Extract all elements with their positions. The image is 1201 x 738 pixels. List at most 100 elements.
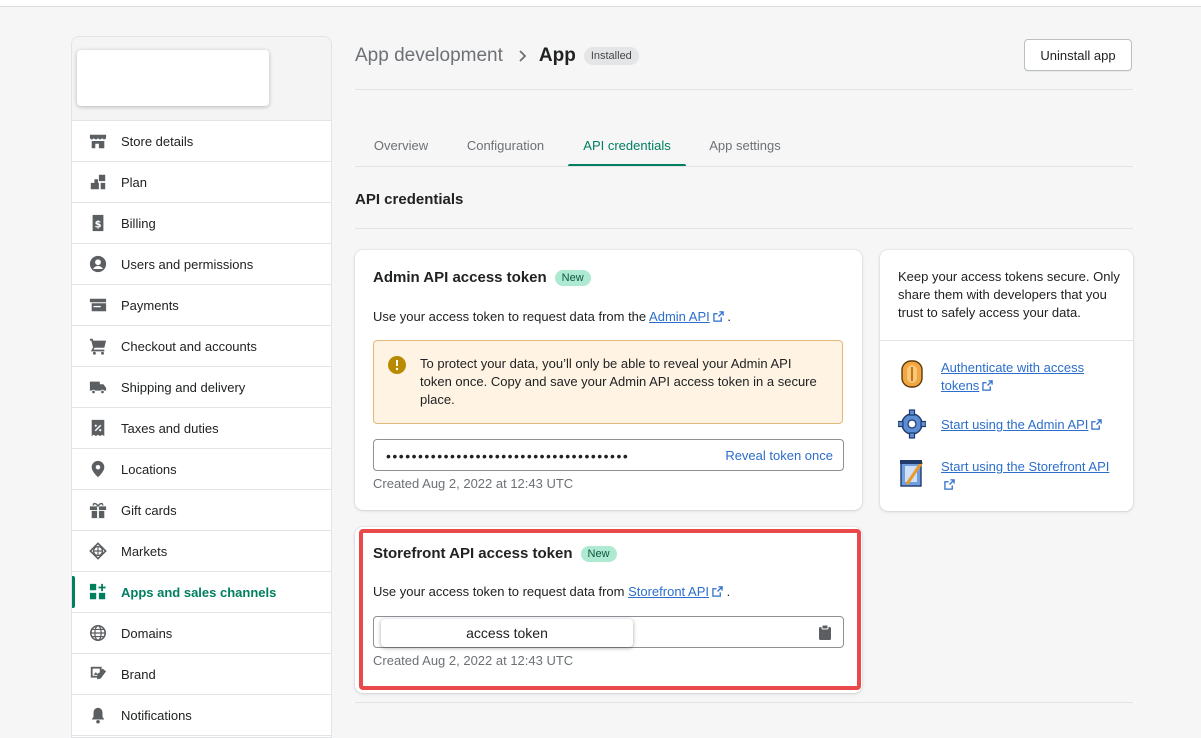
store-logo-card[interactable] [77,50,269,106]
admin-api-token-card: Admin API access token New Use your acce… [355,250,862,510]
storefront-api-link[interactable]: Storefront API [628,584,709,599]
page-title: App [538,45,576,66]
external-link-icon [982,380,994,391]
globe-markets-icon [89,542,107,560]
admin-desc-prefix: Use your access token to request data fr… [373,309,650,324]
sidebar-item-label: Domains [121,625,173,641]
gift-icon [89,502,107,519]
sidebar-item-shipping[interactable]: Shipping and delivery [72,367,331,408]
payments-icon [89,298,107,312]
storefront-token-field[interactable]: access token [373,616,844,648]
sidebar-item-users[interactable]: Users and permissions [72,244,331,285]
authenticate-link-text[interactable]: Authenticate with access tokens [941,360,1084,393]
sidebar-item-billing[interactable]: $ Billing [72,203,331,244]
storefront-desc-suffix: . [723,584,731,599]
external-link-icon [944,479,955,490]
domains-globe-icon [89,624,107,642]
sidebar-item-label: Taxes and duties [121,420,219,436]
section-title: API credentials [355,191,464,208]
admin-desc-suffix: . [723,309,731,324]
sidebar-item-label: Locations [121,461,177,477]
admin-token-created: Created Aug 2, 2022 at 12:43 UTC [373,476,574,491]
storefront-api-token-card: Storefront API access token New Use your… [355,527,862,693]
access-token-overlay: access token [381,619,633,647]
store-header [72,37,331,121]
warning-icon [388,356,406,374]
masked-token: •••••••••••••••••••••••••••••••••••••• [386,448,630,464]
reveal-token-button[interactable]: Reveal token once [725,448,833,463]
storefront-card-description: Use your access token to request data fr… [373,584,730,599]
top-bar [0,0,1201,7]
bottom-divider [355,702,1133,703]
tabs-divider [355,166,1133,167]
storefront-api-guide-link-text[interactable]: Start using the Storefront API [941,459,1109,474]
store-icon [89,134,107,149]
status-badge: Installed [583,47,639,65]
side-card-divider [880,340,1133,341]
chevron-right-icon [519,50,527,62]
breadcrumb-parent-link[interactable]: App development [355,45,503,67]
admin-token-field[interactable]: •••••••••••••••••••••••••••••••••••••• R… [373,439,844,471]
clipboard-copy-icon[interactable] [819,625,831,640]
storefront-desc-prefix: Use your access token to request data fr… [373,584,629,599]
user-icon [89,255,107,273]
tab-bar: Overview Configuration API credentials A… [355,125,1133,167]
plan-icon [90,174,106,190]
sidebar-item-taxes[interactable]: Taxes and duties [72,408,331,449]
section-divider [355,228,1133,229]
settings-sidebar: Store details Plan $ Billing Users and p… [71,36,332,738]
sidebar-item-label: Store details [121,133,194,149]
sidebar-item-label: Payments [121,297,179,313]
tab-configuration[interactable]: Configuration [447,125,564,165]
sidebar-item-label: Users and permissions [121,256,254,272]
breadcrumb: App development App Installed [355,43,639,69]
sidebar-item-label: Billing [121,215,156,231]
authenticate-link[interactable]: Authenticate with access tokens [941,359,1113,395]
sidebar-item-locations[interactable]: Locations [72,449,331,490]
sidebar-item-label: Shipping and delivery [121,379,246,395]
admin-card-title-text: Admin API access token [373,269,547,286]
apps-icon [89,583,106,600]
storefront-card-title: Storefront API access token New [373,545,617,562]
external-link-icon [712,586,723,597]
tab-overview[interactable]: Overview [355,125,447,165]
tax-icon [91,419,105,437]
billing-icon: $ [92,214,104,232]
sidebar-item-gift-cards[interactable]: Gift cards [72,490,331,531]
sidebar-item-label: Notifications [121,707,192,723]
sidebar-item-label: Plan [121,174,148,190]
admin-api-guide-link-text[interactable]: Start using the Admin API [941,417,1088,432]
sidebar-item-label: Checkout and accounts [121,338,257,354]
admin-card-description: Use your access token to request data fr… [373,309,731,324]
admin-api-link[interactable]: Admin API [649,309,710,324]
coin-icon [901,360,923,388]
tab-app-settings[interactable]: App settings [690,125,800,165]
uninstall-app-button[interactable]: Uninstall app [1024,39,1132,71]
sidebar-item-label: Apps and sales channels [121,584,277,600]
token-security-card: Keep your access tokens secure. Only sha… [880,250,1133,511]
resource-storefront-api: Start using the Storefront API [898,458,1133,498]
storefront-api-guide-link[interactable]: Start using the Storefront API [941,458,1113,494]
warning-banner: To protect your data, you’ll only be abl… [373,340,843,424]
sidebar-item-apps[interactable]: Apps and sales channels [72,572,331,613]
admin-card-title: Admin API access token New [373,269,591,286]
storefront-token-created: Created Aug 2, 2022 at 12:43 UTC [373,653,574,668]
sidebar-item-notifications[interactable]: Notifications [72,695,331,736]
tab-api-credentials[interactable]: API credentials [568,125,686,167]
warning-text: To protect your data, you’ll only be abl… [420,356,817,407]
sidebar-item-label: Markets [121,543,168,559]
sidebar-item-label: Gift cards [121,502,177,518]
storefront-card-title-text: Storefront API access token [373,545,573,562]
sidebar-item-domains[interactable]: Domains [72,613,331,654]
sidebar-item-store-details[interactable]: Store details [72,121,331,162]
admin-api-guide-link[interactable]: Start using the Admin API [941,416,1113,434]
gear-icon [898,409,926,439]
sidebar-item-brand[interactable]: Brand [72,654,331,695]
sidebar-item-markets[interactable]: Markets [72,531,331,572]
external-link-icon [1091,419,1103,430]
sidebar-item-plan[interactable]: Plan [72,162,331,203]
sidebar-item-label: Brand [121,666,156,682]
sidebar-item-checkout[interactable]: Checkout and accounts [72,326,331,367]
sidebar-item-payments[interactable]: Payments [72,285,331,326]
security-note: Keep your access tokens secure. Only sha… [898,269,1120,320]
